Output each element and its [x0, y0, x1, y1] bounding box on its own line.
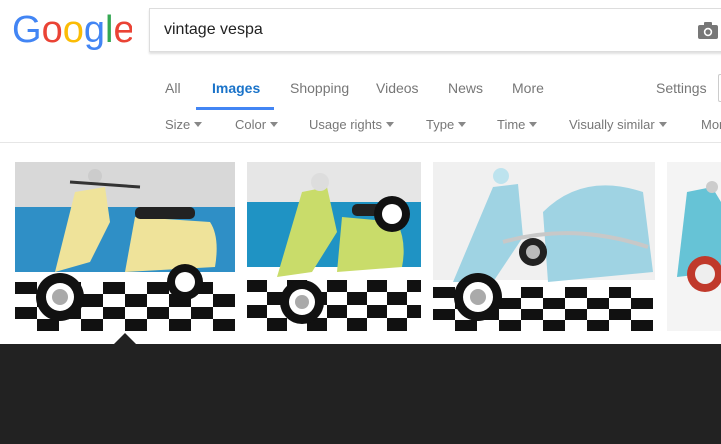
search-input[interactable] — [164, 9, 684, 51]
logo-letter: l — [105, 10, 113, 50]
filter-size[interactable]: Size — [165, 117, 203, 132]
filter-visually-similar[interactable]: Visually similar — [569, 117, 667, 132]
image-result[interactable] — [15, 162, 235, 331]
search-tabs: All Images Shopping Videos News More Set… — [0, 72, 721, 108]
image-preview-panel — [0, 344, 721, 444]
filter-color-label: Color — [235, 117, 267, 132]
image-result[interactable] — [247, 162, 421, 331]
filter-more-label: Mor — [701, 117, 721, 132]
filter-more[interactable]: Mor — [701, 117, 721, 132]
tab-all[interactable]: All — [165, 80, 181, 96]
chevron-down-icon — [458, 122, 467, 128]
filter-usage-rights[interactable]: Usage rights — [309, 117, 394, 132]
tab-more[interactable]: More — [512, 80, 544, 96]
filter-time-label: Time — [497, 117, 526, 132]
selected-result-indicator — [114, 333, 136, 344]
logo-text: Google — [12, 10, 132, 50]
camera-icon[interactable] — [698, 22, 718, 39]
google-logo[interactable]: Google — [12, 10, 132, 50]
chevron-down-icon — [658, 122, 667, 128]
filter-usage-rights-label: Usage rights — [309, 117, 382, 132]
filter-time[interactable]: Time — [497, 117, 538, 132]
tab-shopping[interactable]: Shopping — [290, 80, 349, 96]
image-result[interactable] — [433, 162, 655, 331]
header-divider — [0, 142, 721, 143]
scooter-sidecar-image — [433, 162, 655, 331]
filter-size-label: Size — [165, 117, 191, 132]
filter-type-label: Type — [426, 117, 455, 132]
tab-news[interactable]: News — [448, 80, 483, 96]
scooter-image — [247, 162, 421, 331]
filter-type[interactable]: Type — [426, 117, 467, 132]
chevron-down-icon — [194, 122, 203, 128]
tab-videos[interactable]: Videos — [376, 80, 419, 96]
filter-bar: Size Color Usage rights Type Time Visual… — [0, 112, 721, 140]
filter-visually-similar-label: Visually similar — [569, 117, 655, 132]
logo-letter: g — [84, 10, 105, 50]
logo-letter: G — [12, 10, 42, 50]
chevron-down-icon — [385, 122, 394, 128]
active-tab-indicator — [196, 107, 274, 110]
logo-letter: e — [113, 10, 132, 50]
filter-color[interactable]: Color — [235, 117, 279, 132]
search-box — [149, 8, 721, 52]
scooter-image — [15, 162, 235, 331]
logo-letter: o — [63, 10, 84, 50]
settings-link[interactable]: Settings — [656, 80, 707, 96]
logo-letter: o — [42, 10, 63, 50]
scooter-image — [667, 162, 721, 331]
image-result[interactable] — [667, 162, 721, 331]
chevron-down-icon — [270, 122, 279, 128]
chevron-down-icon — [529, 122, 538, 128]
tab-images[interactable]: Images — [212, 80, 260, 96]
